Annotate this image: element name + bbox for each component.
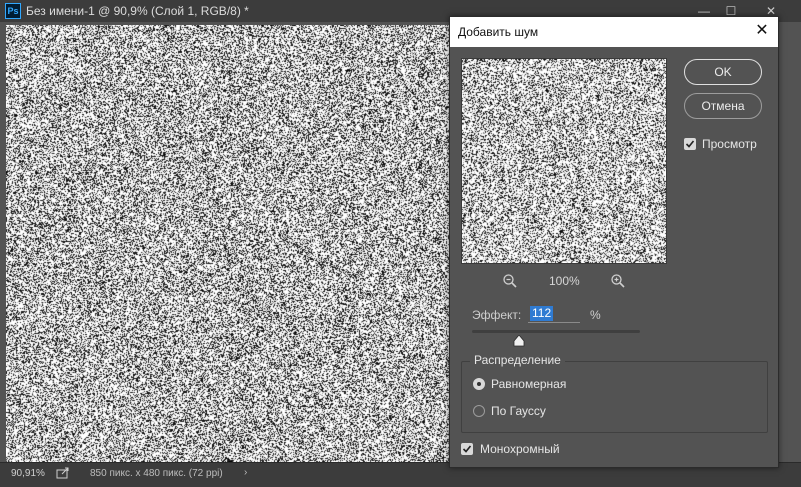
preview-image[interactable] [462, 59, 666, 263]
dialog-title: Добавить шум [458, 25, 539, 39]
radio-gaussian-label[interactable]: По Гауссу [491, 404, 546, 418]
noise-canvas[interactable] [6, 25, 451, 462]
zoom-status[interactable]: 90,91% [11, 468, 45, 479]
effect-unit: % [590, 308, 601, 322]
checkmark-icon [685, 140, 695, 148]
distribution-title: Распределение [470, 353, 565, 367]
document-size-info: 850 пикс. x 480 пикс. (72 ppi) [90, 468, 223, 479]
distribution-group [461, 361, 768, 433]
photoshop-logo-icon: Ps [5, 3, 21, 19]
add-noise-dialog: Добавить шум ✕ 100% OK Отмена Просмотр Э… [449, 16, 779, 468]
slider-thumb-icon[interactable] [513, 334, 525, 352]
zoom-out-icon[interactable] [502, 273, 518, 289]
preview-zoom-level: 100% [549, 274, 580, 288]
ok-button[interactable]: OK [684, 59, 762, 85]
radio-gaussian[interactable] [473, 405, 485, 417]
zoom-in-icon[interactable] [610, 273, 626, 289]
document-title: Без имени-1 @ 90,9% (Слой 1, RGB/8) * [26, 4, 249, 18]
preview-panel[interactable] [461, 58, 667, 264]
effect-slider[interactable] [472, 330, 640, 333]
cancel-button[interactable]: Отмена [684, 93, 762, 119]
preview-checkbox[interactable] [684, 138, 696, 150]
preview-checkbox-label[interactable]: Просмотр [702, 137, 757, 151]
monochrome-checkbox[interactable] [461, 443, 473, 455]
export-icon[interactable] [56, 467, 70, 482]
radio-uniform[interactable] [473, 378, 485, 390]
radio-uniform-label[interactable]: Равномерная [491, 377, 566, 391]
effect-amount-input[interactable]: 112 [528, 305, 580, 323]
effect-amount-value[interactable]: 112 [530, 306, 554, 321]
checkmark-icon [462, 445, 472, 453]
monochrome-checkbox-label[interactable]: Монохромный [480, 442, 560, 456]
effect-label: Эффект: [472, 308, 522, 322]
status-menu-arrow[interactable]: › [244, 467, 247, 478]
dialog-titlebar[interactable]: Добавить шум ✕ [450, 17, 778, 47]
dialog-close-button[interactable]: ✕ [752, 21, 772, 41]
